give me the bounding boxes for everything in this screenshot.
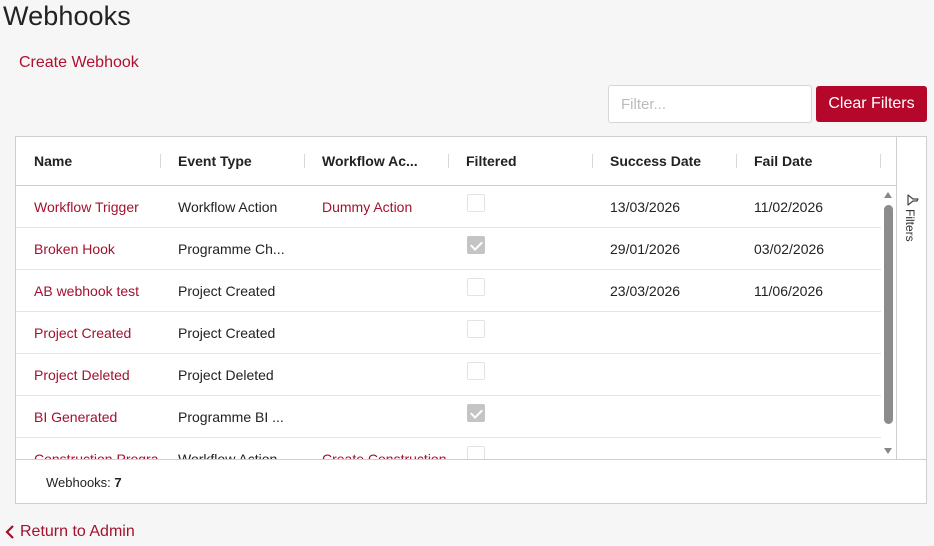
workflow-action-link[interactable] bbox=[304, 270, 448, 312]
event-type-cell: Workflow Action bbox=[178, 451, 278, 459]
success-date-cell bbox=[592, 312, 736, 354]
scroll-up-arrow-icon[interactable] bbox=[884, 192, 892, 198]
chevron-left-icon bbox=[5, 525, 14, 539]
column-header-fail-date[interactable]: Fail Date bbox=[736, 137, 880, 185]
clear-filters-button[interactable]: Clear Filters bbox=[816, 86, 927, 122]
table-row[interactable]: Construction Progra... Workflow Action C… bbox=[16, 438, 881, 459]
event-type-cell: Workflow Action bbox=[178, 199, 278, 215]
webhooks-grid: Name Event Type Workflow Ac... Filtered … bbox=[15, 136, 927, 504]
workflow-action-link[interactable]: Dummy Action bbox=[304, 186, 448, 228]
column-separator[interactable] bbox=[880, 154, 881, 168]
column-header-name[interactable]: Name bbox=[16, 137, 160, 185]
filtered-checkbox bbox=[467, 320, 485, 338]
table-row[interactable]: Workflow Trigger Workflow Action Dummy A… bbox=[16, 186, 881, 228]
fail-date-cell: 11/02/2026 bbox=[754, 199, 824, 215]
scroll-down-arrow-icon[interactable] bbox=[884, 448, 892, 454]
event-type-cell: Programme BI ... bbox=[178, 409, 284, 425]
webhook-name-link[interactable]: Project Deleted bbox=[16, 354, 160, 396]
event-type-cell: Programme Ch... bbox=[178, 241, 285, 257]
table-row[interactable]: Broken Hook Programme Ch... 29/01/2026 0… bbox=[16, 228, 881, 270]
column-header-event-type[interactable]: Event Type bbox=[160, 137, 304, 185]
success-date-cell: 13/03/2026 bbox=[610, 199, 681, 215]
page-title: Webhooks bbox=[3, 1, 131, 31]
filter-input[interactable] bbox=[608, 85, 812, 123]
row-count-value: 7 bbox=[114, 475, 122, 490]
column-header-success-date[interactable]: Success Date bbox=[592, 137, 736, 185]
success-date-cell: 23/03/2026 bbox=[610, 283, 681, 299]
webhook-name-link[interactable]: Project Created bbox=[16, 312, 160, 354]
grid-body: Workflow Trigger Workflow Action Dummy A… bbox=[16, 186, 881, 459]
fail-date-cell: 11/06/2026 bbox=[754, 283, 824, 299]
workflow-action-link[interactable] bbox=[304, 396, 448, 438]
filtered-checkbox bbox=[467, 278, 485, 296]
grid-footer: Webhooks: 7 bbox=[16, 459, 926, 503]
filtered-checkbox bbox=[467, 446, 485, 459]
webhook-name-link[interactable]: Broken Hook bbox=[16, 228, 160, 270]
fail-date-cell bbox=[736, 438, 880, 459]
table-row[interactable]: AB webhook test Project Created 23/03/20… bbox=[16, 270, 881, 312]
webhook-name-link[interactable]: AB webhook test bbox=[16, 270, 160, 312]
filtered-checkbox bbox=[467, 194, 485, 212]
scrollbar-thumb[interactable] bbox=[884, 205, 893, 424]
workflow-action-link[interactable] bbox=[304, 354, 448, 396]
table-row[interactable]: Project Created Project Created bbox=[16, 312, 881, 354]
return-to-admin-label: Return to Admin bbox=[20, 523, 135, 540]
filtered-checkbox bbox=[467, 236, 485, 254]
event-type-cell: Project Created bbox=[178, 283, 276, 299]
filtered-checkbox bbox=[467, 404, 485, 422]
row-count: Webhooks: 7 bbox=[46, 460, 122, 505]
webhook-name-link[interactable]: BI Generated bbox=[16, 396, 160, 438]
row-count-label: Webhooks: bbox=[46, 475, 115, 490]
filtered-checkbox bbox=[467, 362, 485, 380]
webhook-name-link[interactable]: Construction Progra... bbox=[16, 438, 160, 459]
grid-header: Name Event Type Workflow Ac... Filtered … bbox=[16, 137, 896, 186]
workflow-action-link[interactable]: Create Construction... bbox=[304, 438, 448, 459]
table-row[interactable]: Project Deleted Project Deleted bbox=[16, 354, 881, 396]
table-row[interactable]: BI Generated Programme BI ... bbox=[16, 396, 881, 438]
create-webhook-link[interactable]: Create Webhook bbox=[19, 54, 139, 72]
event-type-cell: Project Created bbox=[178, 325, 276, 341]
column-header-filtered[interactable]: Filtered bbox=[448, 137, 592, 185]
event-type-cell: Project Deleted bbox=[178, 367, 274, 383]
fail-date-cell bbox=[736, 354, 880, 396]
return-to-admin-link[interactable]: Return to Admin bbox=[3, 523, 135, 541]
success-date-cell: 29/01/2026 bbox=[610, 241, 681, 257]
success-date-cell bbox=[592, 396, 736, 438]
filters-side-panel-toggle[interactable]: Filters bbox=[896, 137, 926, 459]
webhook-name-link[interactable]: Workflow Trigger bbox=[16, 186, 160, 228]
workflow-action-link[interactable] bbox=[304, 228, 448, 270]
workflow-action-link[interactable] bbox=[304, 312, 448, 354]
fail-date-cell bbox=[736, 312, 880, 354]
success-date-cell bbox=[592, 354, 736, 396]
filter-icon bbox=[907, 194, 919, 206]
filters-side-label: Filters bbox=[903, 209, 917, 242]
fail-date-cell bbox=[736, 396, 880, 438]
column-header-workflow-action[interactable]: Workflow Ac... bbox=[304, 137, 448, 185]
success-date-cell bbox=[592, 438, 736, 459]
vertical-scrollbar[interactable] bbox=[881, 186, 896, 459]
fail-date-cell: 03/02/2026 bbox=[754, 241, 825, 257]
